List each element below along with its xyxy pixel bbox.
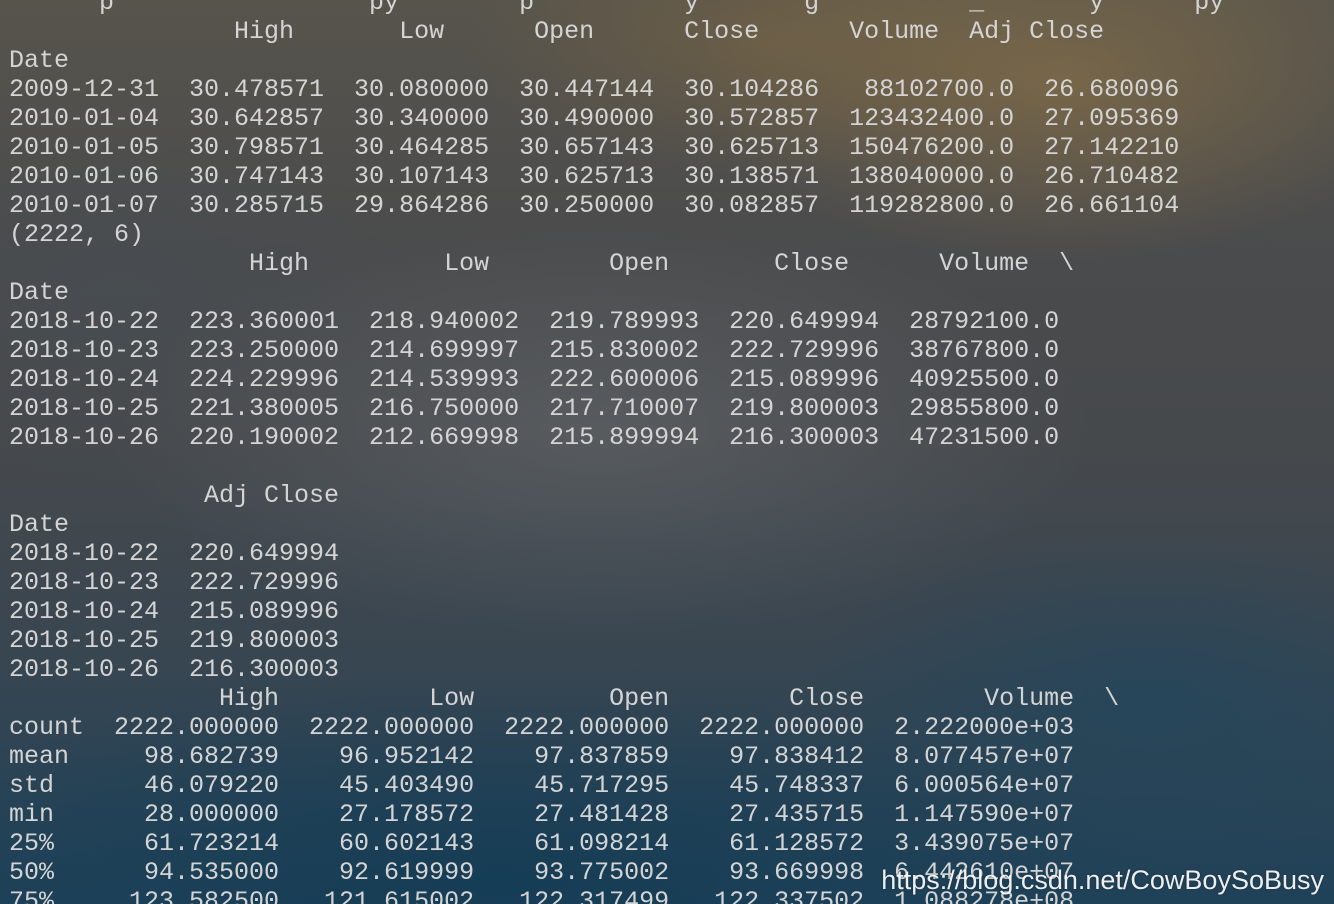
console-line: 2018-10-22 223.360001 218.940002 219.789… [9,307,1060,336]
console-line: Adj Close [9,481,340,510]
console-line: std 46.079220 45.403490 45.717295 45.748… [9,771,1075,800]
console-line: 2018-10-26 216.300003 [9,655,340,684]
console-line: count 2222.000000 2222.000000 2222.00000… [9,713,1075,742]
console-line: 2018-10-24 224.229996 214.539993 222.600… [9,365,1060,394]
console-line: 2009-12-31 30.478571 30.080000 30.447144… [9,75,1180,104]
console-line: High Low Open Close Volume \ [9,249,1075,278]
console-line: 2018-10-26 220.190002 212.669998 215.899… [9,423,1060,452]
console-line: 25% 61.723214 60.602143 61.098214 61.128… [9,829,1075,858]
console-line: High Low Open Close Volume Adj Close [9,17,1105,46]
console-line: 2010-01-07 30.285715 29.864286 30.250000… [9,191,1180,220]
console-line: 2010-01-05 30.798571 30.464285 30.657143… [9,133,1180,162]
console-line: 2018-10-22 220.649994 [9,539,340,568]
console-line: 2018-10-23 222.729996 [9,568,340,597]
console-line: min 28.000000 27.178572 27.481428 27.435… [9,800,1075,829]
console-line: Date [9,46,70,75]
console-line: (2222, 6) [9,220,145,249]
console-line: 2018-10-23 223.250000 214.699997 215.830… [9,336,1060,365]
console-line: 2010-01-06 30.747143 30.107143 30.625713… [9,162,1180,191]
console-line: 2018-10-25 219.800003 [9,626,340,655]
watermark: https://blog.csdn.net/CowBoySoBusy [881,865,1324,895]
console-line: Date [9,278,70,307]
console-line: Date [9,510,70,539]
console-line: 2018-10-24 215.089996 [9,597,340,626]
terminal-window[interactable]: p py p y g _ y py High Low Open Close Vo… [0,0,1334,904]
console-line: High Low Open Close Volume \ [9,684,1120,713]
console-line: p py p y g _ y py [9,0,1225,17]
console-line: 2010-01-04 30.642857 30.340000 30.490000… [9,104,1180,133]
console-line: mean 98.682739 96.952142 97.837859 97.83… [9,742,1075,771]
console-output[interactable]: p py p y g _ y py High Low Open Close Vo… [9,0,1224,904]
console-line: 2018-10-25 221.380005 216.750000 217.710… [9,394,1060,423]
